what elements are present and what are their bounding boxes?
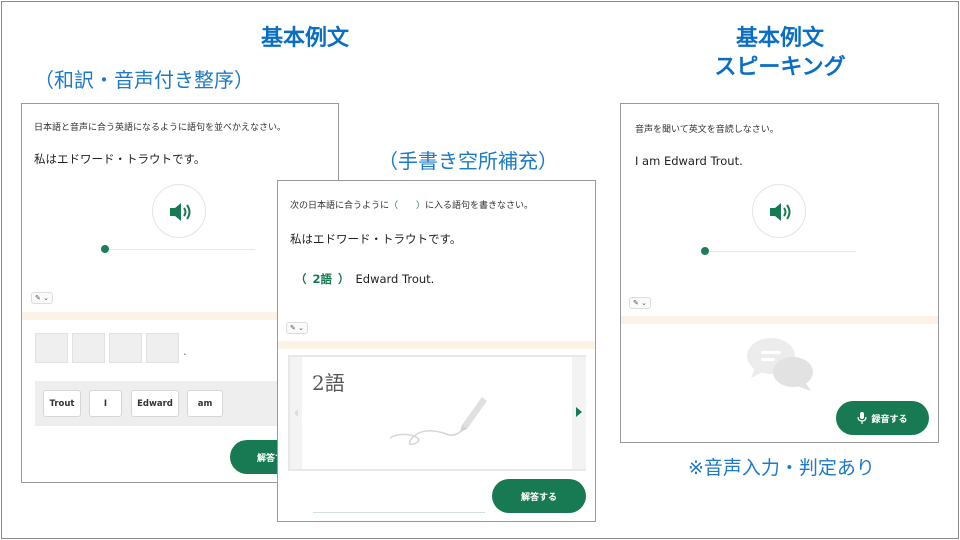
chevron-right-icon xyxy=(576,407,582,417)
fill-prompt: 私はエドワード・トラウトです。 xyxy=(290,232,462,246)
record-button-label: 録音する xyxy=(871,414,908,425)
voice-note: ※音声入力・判定あり xyxy=(688,457,875,479)
fill-instruction-post: に入る語句を書きなさい。 xyxy=(425,201,534,211)
blank-hint[interactable]: 2語 xyxy=(307,272,339,286)
pen-drawing-icon xyxy=(389,397,487,446)
blank-open: （ xyxy=(295,272,307,286)
answer-button[interactable]: 解答する xyxy=(492,479,586,513)
title-right-line2: スピーキング xyxy=(714,55,846,80)
microphone-icon xyxy=(857,412,868,424)
audio-seek-track[interactable] xyxy=(708,251,856,252)
divider-band xyxy=(278,341,595,349)
speaking-prompt: I am Edward Trout. xyxy=(635,154,743,168)
sentence-period: . xyxy=(183,344,187,358)
fill-card: 次の日本語に合うように（ ）に入る語句を書きなさい。 私はエドワード・トラウトで… xyxy=(277,180,596,522)
answer-slot[interactable] xyxy=(72,333,105,363)
fill-instruction-pre: 次の日本語に合うように xyxy=(290,201,390,211)
answer-slot[interactable] xyxy=(35,333,68,363)
blank-close: ） xyxy=(338,272,350,286)
pen-tool-toggle[interactable]: ✎ ⌄ xyxy=(31,292,53,304)
answer-slot[interactable] xyxy=(146,333,179,363)
divider-band xyxy=(621,316,938,324)
input-underline xyxy=(313,512,485,513)
audio-seek-handle[interactable] xyxy=(701,247,709,255)
ordering-instruction: 日本語と音声に合う英語になるように語句を並べかえなさい。 xyxy=(34,123,287,133)
pen-tool-toggle[interactable]: ✎ ⌄ xyxy=(286,322,308,334)
speaking-card: 音声を聞いて英文を音読しなさい。 I am Edward Trout. ✎ ⌄ … xyxy=(620,103,939,443)
blank-rest: Edward Trout. xyxy=(355,272,435,286)
audio-play-button[interactable] xyxy=(152,184,206,238)
title-left: 基本例文 xyxy=(260,26,349,51)
chat-bubbles-icon xyxy=(747,338,813,391)
audio-seek-handle[interactable] xyxy=(101,245,109,253)
canvas-next-page[interactable] xyxy=(572,357,586,469)
speaking-instruction: 音声を聞いて英文を音読しなさい。 xyxy=(635,125,779,135)
canvas-prev-page[interactable] xyxy=(290,357,302,469)
chevron-left-icon xyxy=(294,409,298,417)
pen-tool-toggle[interactable]: ✎ ⌄ xyxy=(629,297,651,309)
speaker-icon xyxy=(770,203,791,221)
word-chip-edward[interactable]: Edward xyxy=(131,390,179,417)
subtitle-middle: （手書き空所補充） xyxy=(378,149,558,173)
record-button[interactable]: 録音する xyxy=(836,401,929,435)
audio-play-button[interactable] xyxy=(752,184,806,238)
ordering-prompt: 私はエドワード・トラウトです。 xyxy=(34,152,206,166)
audio-seek-track[interactable] xyxy=(105,249,255,250)
answer-slot[interactable] xyxy=(109,333,142,363)
fill-blank-line: （2語） Edward Trout. xyxy=(295,271,434,287)
handwritten-text: 2語 xyxy=(312,371,345,395)
handwriting-canvas[interactable]: 2語 xyxy=(288,355,586,471)
word-chip-i[interactable]: I xyxy=(89,390,122,417)
fill-instruction-paren: （ ） xyxy=(389,201,426,211)
subtitle-left: （和訳・音声付き整序） xyxy=(34,68,254,92)
word-chip-am[interactable]: am xyxy=(187,390,223,417)
fill-instruction: 次の日本語に合うように（ ）に入る語句を書きなさい。 xyxy=(290,198,533,211)
title-right-line1: 基本例文 xyxy=(735,26,824,51)
speaker-icon xyxy=(170,203,191,221)
word-chip-trout[interactable]: Trout xyxy=(43,390,81,417)
